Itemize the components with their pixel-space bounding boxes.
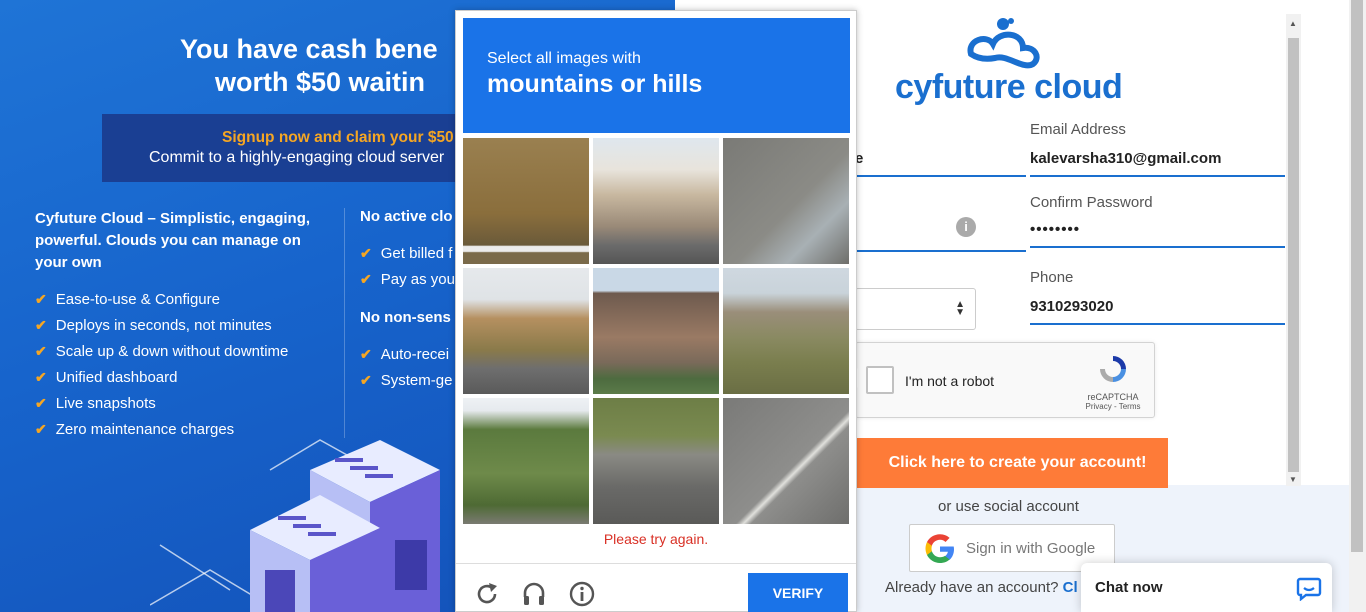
features-title: Cyfuture Cloud – Simplistic, engaging, p… <box>35 210 311 271</box>
features-list: ✔ Ease-to-use & Configure ✔ Deploys in sec… <box>35 286 288 442</box>
recaptcha-logo: reCAPTCHA Privacy - Terms <box>1084 353 1142 411</box>
name-field[interactable]: e <box>855 150 1026 177</box>
feature-item: ✔ Ease-to-use & Configure <box>35 290 220 308</box>
check-icon: ✔ <box>360 371 372 388</box>
check-icon: ✔ <box>360 270 372 287</box>
challenge-header: Select all images with mountains or hill… <box>463 18 850 133</box>
challenge-tile[interactable] <box>463 398 589 524</box>
challenge-tile[interactable] <box>593 398 719 524</box>
recaptcha-checkbox[interactable] <box>866 366 894 394</box>
already-account-text: Already have an account? Cl <box>885 579 1078 596</box>
challenge-tile[interactable] <box>593 268 719 394</box>
challenge-tile[interactable] <box>463 138 589 264</box>
check-icon: ✔ <box>35 316 47 333</box>
create-account-button[interactable]: Click here to create your account! <box>855 438 1168 488</box>
banner-subtext: Commit to a highly-engaging cloud server <box>149 149 445 166</box>
headphones-icon[interactable] <box>520 580 548 608</box>
list-item: ✔ Auto-recei <box>360 345 450 363</box>
server-illustration <box>150 439 440 612</box>
banner-highlight: Signup now and claim your $50 <box>222 129 454 146</box>
page-scroll-thumb[interactable] <box>1351 0 1363 552</box>
recaptcha-widget: I'm not a robot reCAPTCHA Privacy - Term… <box>855 342 1155 418</box>
list-item: ✔ System-ge <box>360 371 453 389</box>
reload-icon[interactable] <box>473 580 501 608</box>
challenge-tile[interactable] <box>723 138 849 264</box>
form-scroll-thumb[interactable] <box>1288 38 1299 472</box>
phone-field[interactable]: 9310293020 <box>1030 298 1285 325</box>
challenge-tile[interactable] <box>463 268 589 394</box>
check-icon: ✔ <box>35 394 47 411</box>
feature-item: ✔ Unified dashboard <box>35 368 178 386</box>
chat-label: Chat now <box>1095 579 1163 596</box>
select-arrows-icon: ▲ ▼ <box>955 299 965 318</box>
challenge-tile[interactable] <box>723 268 849 394</box>
feature-item: ✔ Deploys in seconds, not minutes <box>35 316 272 334</box>
feature-item: ✔ Live snapshots <box>35 394 156 412</box>
recaptcha-links[interactable]: Privacy - Terms <box>1084 402 1142 411</box>
chat-bubble-icon <box>1296 577 1322 601</box>
confirm-password-label: Confirm Password <box>1030 194 1153 211</box>
chat-widget[interactable]: Chat now <box>1081 563 1332 612</box>
challenge-prompt-small: Select all images with <box>487 50 641 67</box>
check-icon: ✔ <box>360 244 372 261</box>
check-icon: ✔ <box>35 290 47 307</box>
password-field[interactable] <box>855 221 1026 252</box>
scroll-up-icon[interactable]: ▲ <box>1289 19 1297 28</box>
social-text: or use social account <box>938 498 1079 515</box>
col2-title-1: No active clo <box>360 208 453 225</box>
email-label: Email Address <box>1030 121 1126 138</box>
challenge-prompt-large: mountains or hills <box>487 70 703 98</box>
login-link[interactable]: Cl <box>1063 579 1078 596</box>
form-scrollbar[interactable]: ▲ ▼ <box>1286 14 1301 486</box>
google-icon <box>925 534 954 563</box>
google-signin-label: Sign in with Google <box>966 540 1096 557</box>
confirm-password-field[interactable]: •••••••• <box>1030 221 1285 248</box>
col2-title-2: No non-sens <box>360 309 451 326</box>
check-icon: ✔ <box>35 342 47 359</box>
country-code-select[interactable]: ▲ ▼ <box>855 288 976 330</box>
phone-label: Phone <box>1030 269 1074 286</box>
challenge-tile[interactable] <box>723 398 849 524</box>
challenge-footer: VERIFY <box>456 563 856 612</box>
brand-name: cyfuture cloud <box>895 68 1123 106</box>
recaptcha-brand: reCAPTCHA <box>1087 392 1139 402</box>
col2-list-2: ✔ Auto-recei ✔ System-ge <box>360 341 452 393</box>
col2-list-1: ✔ Get billed f ✔ Pay as you <box>360 240 455 292</box>
check-icon: ✔ <box>35 420 47 437</box>
challenge-image-grid <box>463 138 850 525</box>
scroll-down-icon[interactable]: ▼ <box>1289 475 1297 484</box>
already-label: Already have an account? <box>885 579 1059 596</box>
email-field[interactable]: kalevarsha310@gmail.com <box>1030 150 1285 177</box>
check-icon: ✔ <box>360 345 372 362</box>
list-item: ✔ Get billed f <box>360 244 453 262</box>
verify-button[interactable]: VERIFY <box>748 573 848 612</box>
feature-item: ✔ Scale up & down without downtime <box>35 342 289 360</box>
recaptcha-icon <box>1100 356 1126 382</box>
challenge-error: Please try again. <box>603 531 709 547</box>
page-scrollbar[interactable] <box>1349 0 1366 612</box>
captcha-challenge: Select all images with mountains or hill… <box>455 10 857 612</box>
info-icon[interactable] <box>568 580 596 608</box>
check-icon: ✔ <box>35 368 47 385</box>
info-icon[interactable]: i <box>956 217 976 237</box>
list-item: ✔ Pay as you <box>360 270 455 288</box>
column-divider <box>344 208 345 438</box>
recaptcha-label: I'm not a robot <box>905 373 995 389</box>
challenge-tile[interactable] <box>593 138 719 264</box>
